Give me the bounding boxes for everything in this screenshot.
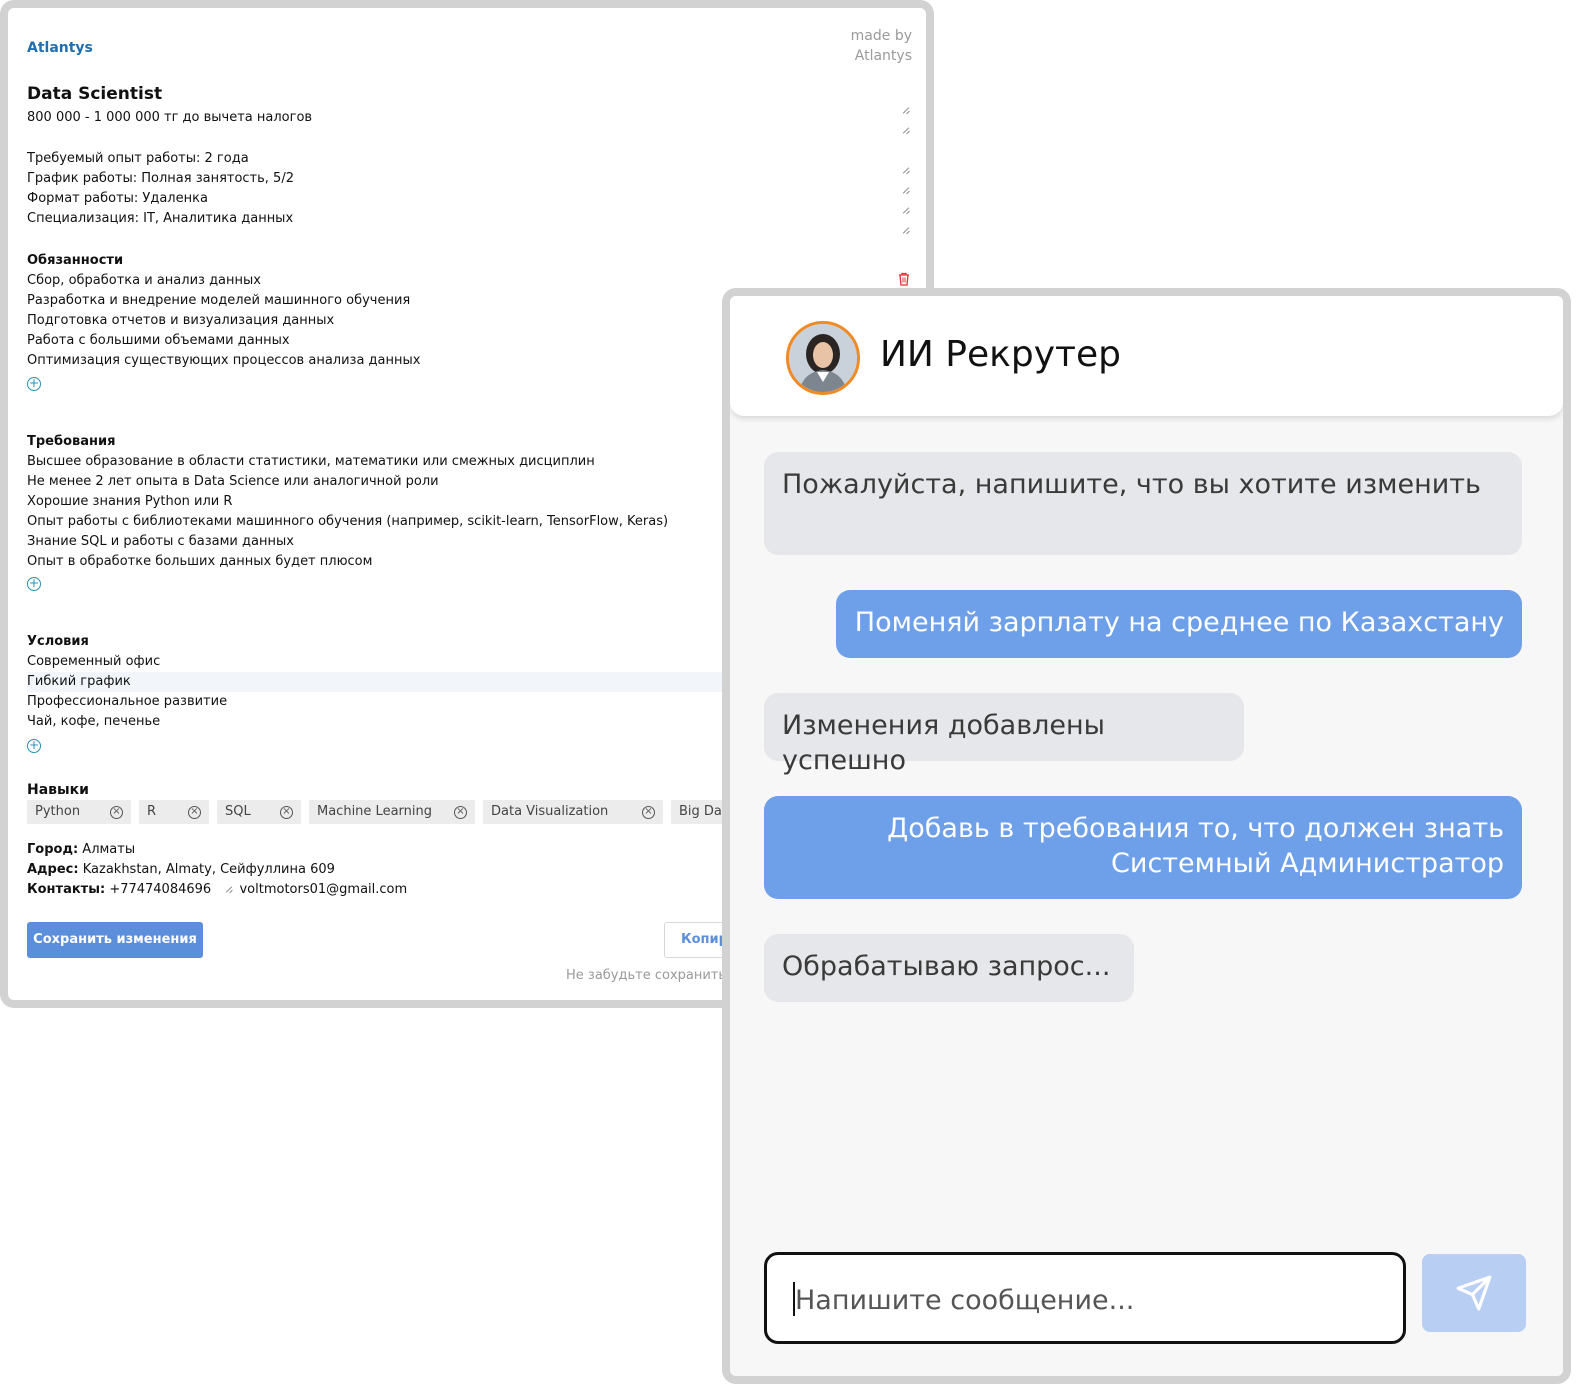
resize-handle-icon[interactable] xyxy=(902,166,910,174)
vacancy-title[interactable]: Data Scientist xyxy=(27,84,162,104)
city-field[interactable]: Алматы xyxy=(82,842,135,857)
resize-handle-icon[interactable] xyxy=(902,126,910,134)
resize-handle-icon[interactable] xyxy=(902,206,910,214)
chat-title: ИИ Рекрутер xyxy=(880,334,1122,375)
duty-item[interactable]: Разработка и внедрение моделей машинного… xyxy=(27,291,420,311)
ai-recruiter-chat-window: ИИ Рекрутер Пожалуйста, напишите, что вы… xyxy=(722,288,1571,1384)
requirement-item[interactable]: Опыт в обработке больших данных будет пл… xyxy=(27,552,668,572)
requirements-list: Высшее образование в области статистики,… xyxy=(27,452,668,572)
chat-message-user: Поменяй зарплату на среднее по Казахстан… xyxy=(836,590,1522,658)
remove-skill-icon[interactable]: × xyxy=(642,805,655,819)
skills-list: Python × R × SQL × Machine Learning × Data V… xyxy=(27,800,771,824)
conditions-title: Условия xyxy=(27,634,89,649)
vacancy-info: Требуемый опыт работы: 2 года График раб… xyxy=(27,149,294,229)
email-field[interactable]: voltmotors01@gmail.com xyxy=(239,882,407,897)
skills-title: Навыки xyxy=(27,782,89,798)
remove-skill-icon[interactable]: × xyxy=(454,805,467,819)
requirement-item[interactable]: Не менее 2 лет опыта в Data Science или … xyxy=(27,472,668,492)
condition-item[interactable]: Гибкий график xyxy=(27,672,747,692)
conditions-list: Современный офис Гибкий график Профессио… xyxy=(27,652,747,732)
chat-message-bot: Изменения добавлены успешно xyxy=(764,693,1244,776)
chat-header: ИИ Рекрутер xyxy=(730,296,1563,416)
duty-item[interactable]: Оптимизация существующих процессов анали… xyxy=(27,351,420,371)
resize-handle-icon[interactable] xyxy=(902,226,910,234)
skill-chip[interactable]: Machine Learning × xyxy=(309,800,475,824)
resize-handle-icon[interactable] xyxy=(902,106,910,114)
resize-handle-icon[interactable] xyxy=(902,186,910,194)
requirements-title: Требования xyxy=(27,434,116,449)
remove-skill-icon[interactable]: × xyxy=(280,805,293,819)
duties-list: Сбор, обработка и анализ данных Разработ… xyxy=(27,271,420,371)
brand-logo[interactable]: Atlantys xyxy=(27,38,93,58)
vacancy-salary[interactable]: 800 000 - 1 000 000 тг до вычета налогов xyxy=(27,108,312,128)
send-icon xyxy=(1456,1275,1492,1311)
send-button[interactable] xyxy=(1422,1254,1526,1332)
add-condition-button[interactable]: + xyxy=(27,739,41,753)
requirement-item[interactable]: Хорошие знания Python или R xyxy=(27,492,668,512)
resize-handle-icon[interactable] xyxy=(225,885,233,893)
condition-item[interactable]: Современный офис xyxy=(27,652,747,672)
chat-message-bot: Обрабатываю запрос... xyxy=(764,934,1134,1002)
resize-handles-top[interactable] xyxy=(902,106,912,146)
remove-skill-icon[interactable]: × xyxy=(110,805,123,819)
duties-title: Обязанности xyxy=(27,253,124,268)
work-format-field[interactable]: Формат работы: Удаленка xyxy=(27,189,294,209)
add-requirement-button[interactable]: + xyxy=(27,577,41,591)
remove-skill-icon[interactable]: × xyxy=(188,805,201,819)
requirement-item[interactable]: Высшее образование в области статистики,… xyxy=(27,452,668,472)
condition-item[interactable]: Профессиональное развитие xyxy=(27,692,747,712)
text-caret xyxy=(793,1282,795,1316)
phone-field[interactable]: +77474084696 xyxy=(109,882,211,897)
chat-message-bot: Пожалуйста, напишите, что вы хотите изме… xyxy=(764,452,1522,555)
requirement-item[interactable]: Опыт работы с библиотеками машинного обу… xyxy=(27,512,668,532)
experience-field[interactable]: Требуемый опыт работы: 2 года xyxy=(27,149,294,169)
save-changes-button[interactable]: Сохранить изменения xyxy=(27,922,203,958)
skill-chip[interactable]: R × xyxy=(139,800,209,824)
skill-chip[interactable]: Python × xyxy=(27,800,131,824)
skill-chip[interactable]: SQL × xyxy=(217,800,301,824)
resize-handles-info[interactable] xyxy=(902,166,912,246)
schedule-field[interactable]: График работы: Полная занятость, 5/2 xyxy=(27,169,294,189)
made-by-label: made by Atlantys xyxy=(850,28,912,64)
address-field[interactable]: Kazakhstan, Almaty, Сейфуллина 609 xyxy=(83,862,335,877)
message-input-box[interactable] xyxy=(764,1252,1406,1344)
duty-item[interactable]: Работа с большими объемами данных xyxy=(27,331,420,351)
duty-item[interactable]: Сбор, обработка и анализ данных xyxy=(27,271,420,291)
trash-icon[interactable] xyxy=(898,272,910,286)
message-input[interactable] xyxy=(793,1277,1387,1323)
duty-item[interactable]: Подготовка отчетов и визуализация данных xyxy=(27,311,420,331)
recruiter-avatar xyxy=(786,321,860,395)
contact-info: Город: Алматы Адрес: Kazakhstan, Almaty,… xyxy=(27,842,408,897)
specialization-field[interactable]: Специализация: IT, Аналитика данных xyxy=(27,209,294,229)
condition-item[interactable]: Чай, кофе, печенье xyxy=(27,712,747,732)
chat-message-user: Добавь в требования то, что должен знать… xyxy=(764,796,1522,899)
avatar-image-icon xyxy=(789,324,857,392)
requirement-item[interactable]: Знание SQL и работы с базами данных xyxy=(27,532,668,552)
skill-chip[interactable]: Data Visualization × xyxy=(483,800,663,824)
add-duty-button[interactable]: + xyxy=(27,377,41,391)
